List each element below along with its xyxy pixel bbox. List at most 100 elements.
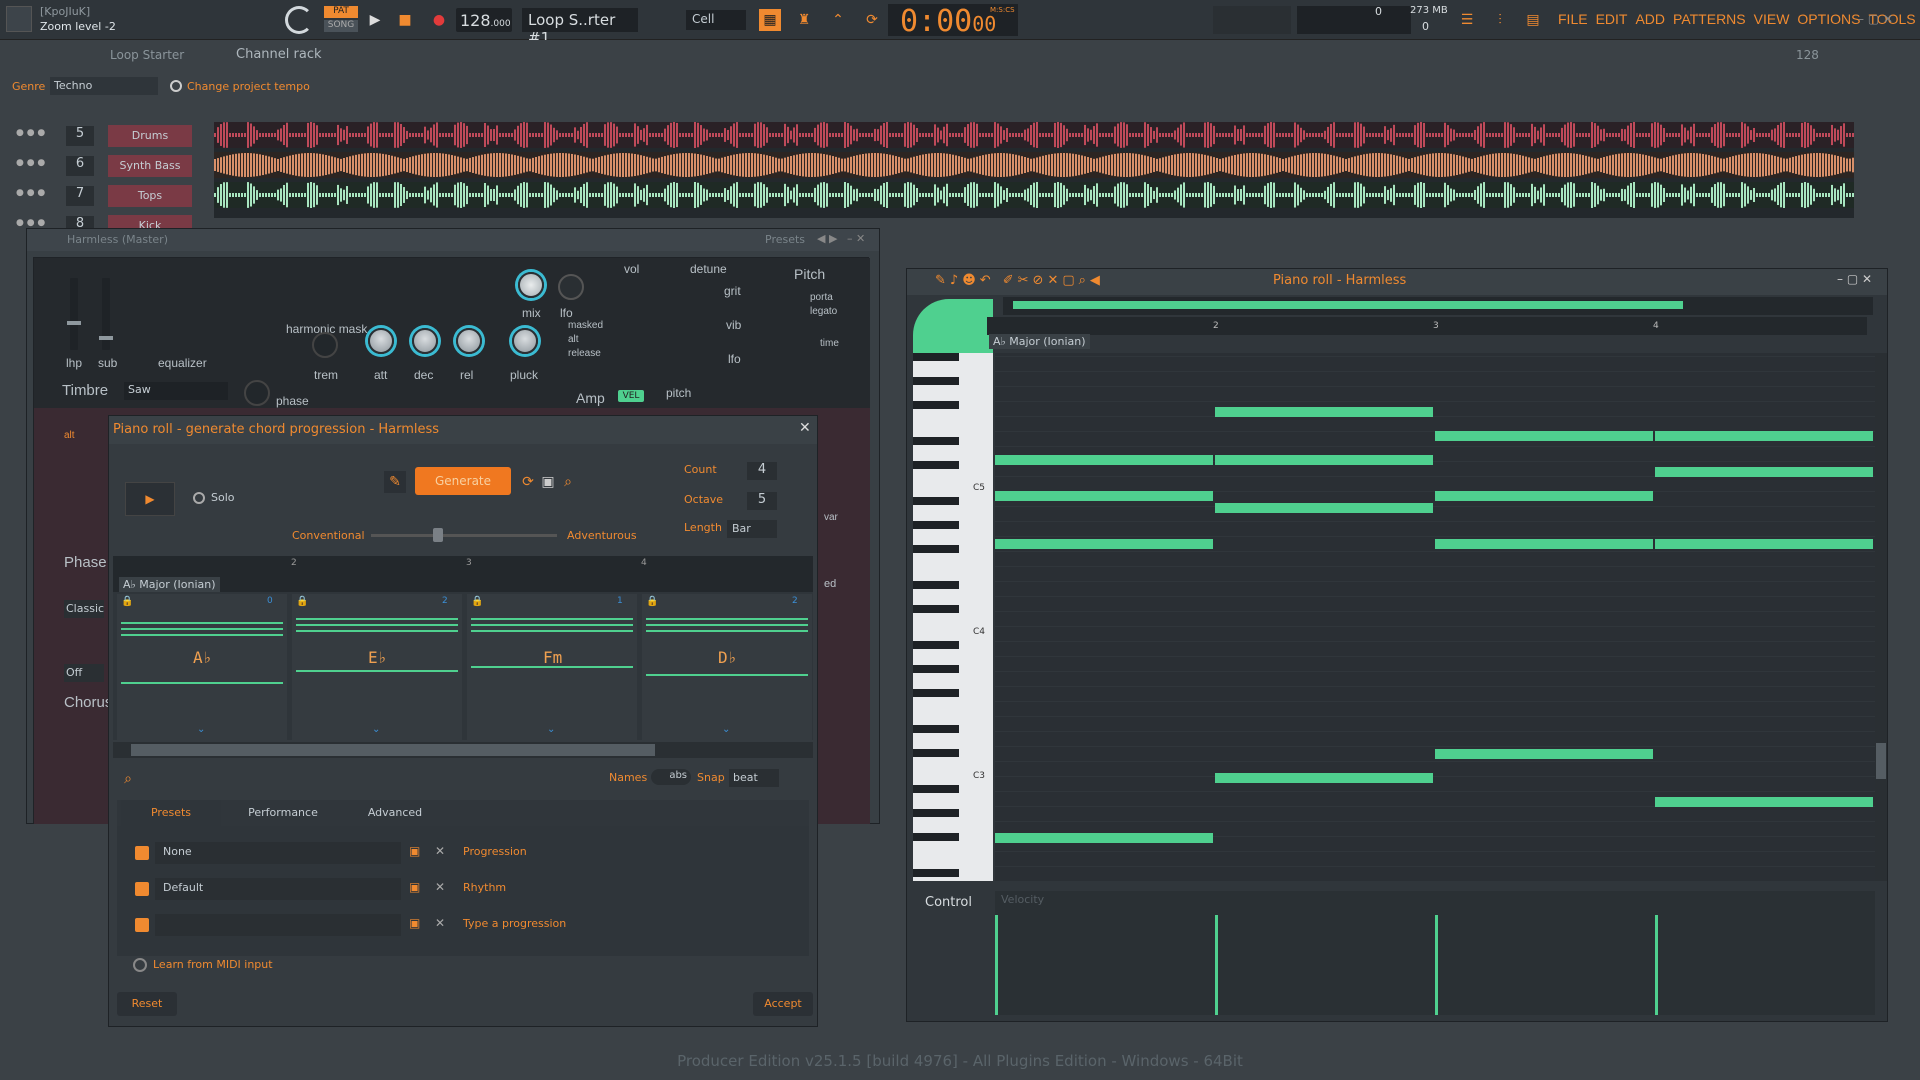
channel-mute-icon[interactable]: ● ● ● (16, 128, 45, 138)
porta-label[interactable]: porta (810, 292, 833, 303)
row-toggle-icon[interactable] (135, 918, 149, 932)
preset-select[interactable]: Default (155, 878, 401, 900)
black-key[interactable] (913, 461, 959, 469)
black-key[interactable] (913, 377, 959, 385)
count-value[interactable]: 4 (747, 462, 777, 480)
row-toggle-icon[interactable] (135, 882, 149, 896)
playlist-icon[interactable]: ☰ (1456, 9, 1478, 31)
snap-select[interactable]: beat (729, 769, 779, 787)
chord-variant-icon[interactable]: ⌄ (197, 724, 205, 735)
menu-view[interactable]: VIEW (1754, 11, 1790, 27)
preset-nav-icon[interactable]: ◀ ▶ (817, 232, 837, 245)
alt-label[interactable]: alt (568, 334, 579, 345)
pattern-selector[interactable]: Loop S..rter #1 (522, 8, 638, 47)
chord-column[interactable]: 🔒 2 E♭ ⌄ (292, 594, 462, 740)
tab-advanced[interactable]: Advanced (345, 800, 445, 826)
off-select[interactable]: Off (64, 664, 104, 682)
channel-mute-icon[interactable]: ● ● ● (16, 158, 45, 168)
record-icon[interactable]: ● (428, 9, 450, 31)
lock-icon[interactable]: 🔒 (296, 596, 308, 607)
chord-variant-icon[interactable]: ⌄ (547, 724, 555, 735)
trem-knob[interactable] (312, 332, 338, 358)
harmless-close-icon[interactable]: – ✕ (847, 232, 865, 245)
channel-number[interactable]: 5 (66, 126, 94, 146)
piano-keyboard[interactable]: C5 C4 C3 (913, 353, 993, 881)
refresh-icon[interactable]: ⟳ (517, 471, 539, 493)
control-label[interactable]: Control (925, 895, 972, 910)
channel-rack-icon[interactable]: ▤ (1522, 9, 1544, 31)
preset-select[interactable]: None (155, 842, 401, 864)
window-controls[interactable]: – ▢ ✕ (1858, 12, 1893, 26)
typing-keyboard-icon[interactable]: ▦ (759, 9, 781, 31)
black-key[interactable] (913, 605, 959, 613)
chord-inversion[interactable]: 2 (792, 596, 798, 606)
vscroll-thumb[interactable] (1876, 743, 1886, 779)
lfo-knob[interactable] (558, 274, 584, 300)
delete-icon[interactable]: ✕ (435, 844, 445, 858)
black-key[interactable] (913, 545, 959, 553)
song-mode-button[interactable]: SONG (324, 20, 358, 32)
black-key[interactable] (913, 665, 959, 673)
black-key[interactable] (913, 401, 959, 409)
note-grid[interactable] (995, 353, 1875, 881)
chord-inversion[interactable]: 1 (617, 596, 623, 606)
delete-icon[interactable]: ✕ (435, 880, 445, 894)
amp-vel-button[interactable]: VEL (618, 390, 644, 402)
channel-number[interactable]: 6 (66, 156, 94, 176)
chord-scale-label[interactable]: A♭ Major (Ionian) (119, 577, 220, 592)
chord-column[interactable]: 🔒 0 A♭ ⌄ (117, 594, 287, 740)
preset-select[interactable] (155, 914, 401, 936)
lock-icon[interactable]: 🔒 (471, 596, 483, 607)
lock-icon[interactable]: 🔒 (646, 596, 658, 607)
chord-variant-icon[interactable]: ⌄ (372, 724, 380, 735)
chord-name[interactable]: A♭ (193, 648, 212, 667)
channel-mute-icon[interactable]: ● ● ● (16, 188, 45, 198)
channel-number[interactable]: 7 (66, 186, 94, 206)
lock-icon[interactable]: 🔒 (121, 596, 133, 607)
att-knob[interactable] (368, 328, 394, 354)
timbre-select[interactable]: Saw (124, 382, 228, 400)
black-key[interactable] (913, 641, 959, 649)
octave-value[interactable]: 5 (747, 492, 777, 510)
vertical-scrollbar[interactable] (1875, 353, 1887, 881)
preview-play-button[interactable]: ▶ (125, 482, 175, 516)
delete-icon[interactable]: ✕ (435, 916, 445, 930)
release-label[interactable]: release (568, 348, 601, 359)
black-key[interactable] (913, 749, 959, 757)
dec-knob[interactable] (412, 328, 438, 354)
mixer-icon[interactable]: ⫶ (1489, 9, 1511, 31)
tempo-display[interactable]: 128.000 (456, 8, 512, 32)
rel-knob[interactable] (456, 328, 482, 354)
channel-name-button[interactable]: Drums (108, 125, 192, 147)
zoom-icon[interactable]: ⌕ (557, 471, 579, 493)
black-key[interactable] (913, 725, 959, 733)
channel-mute-icon[interactable]: ● ● ● (16, 218, 45, 228)
piano-roll-scale-label[interactable]: A♭ Major (Ionian) (989, 334, 1090, 349)
save-icon[interactable]: ▣ (409, 880, 420, 894)
piano-roll-scroll[interactable] (1003, 297, 1873, 315)
black-key[interactable] (913, 353, 959, 361)
black-key[interactable] (913, 581, 959, 589)
phase-knob[interactable] (244, 380, 270, 406)
play-icon[interactable]: ▶ (364, 9, 386, 31)
black-key[interactable] (913, 809, 959, 817)
snap-selector[interactable]: Cell (686, 10, 746, 30)
dice-icon[interactable]: ▣ (537, 471, 559, 493)
chord-name[interactable]: E♭ (368, 648, 387, 667)
menu-edit[interactable]: EDIT (1596, 11, 1628, 27)
velocity-lane[interactable]: Velocity (995, 891, 1875, 1015)
scroll-thumb[interactable] (131, 744, 655, 756)
channel-name-button[interactable]: Tops (108, 185, 192, 207)
black-key[interactable] (913, 689, 959, 697)
chord-grid-scrollbar[interactable] (113, 742, 813, 758)
lhp-slider[interactable] (67, 278, 81, 350)
black-key[interactable] (913, 521, 959, 529)
mix-knob[interactable] (518, 272, 544, 298)
genre-select[interactable]: Techno (50, 77, 158, 95)
search-icon[interactable]: ⌕ (117, 768, 139, 790)
legato-label[interactable]: legato (810, 306, 837, 317)
save-icon[interactable]: ▣ (409, 844, 420, 858)
chord-inversion[interactable]: 2 (442, 596, 448, 606)
length-select[interactable]: Bar (727, 520, 777, 538)
master-volume-knob[interactable] (285, 6, 313, 34)
